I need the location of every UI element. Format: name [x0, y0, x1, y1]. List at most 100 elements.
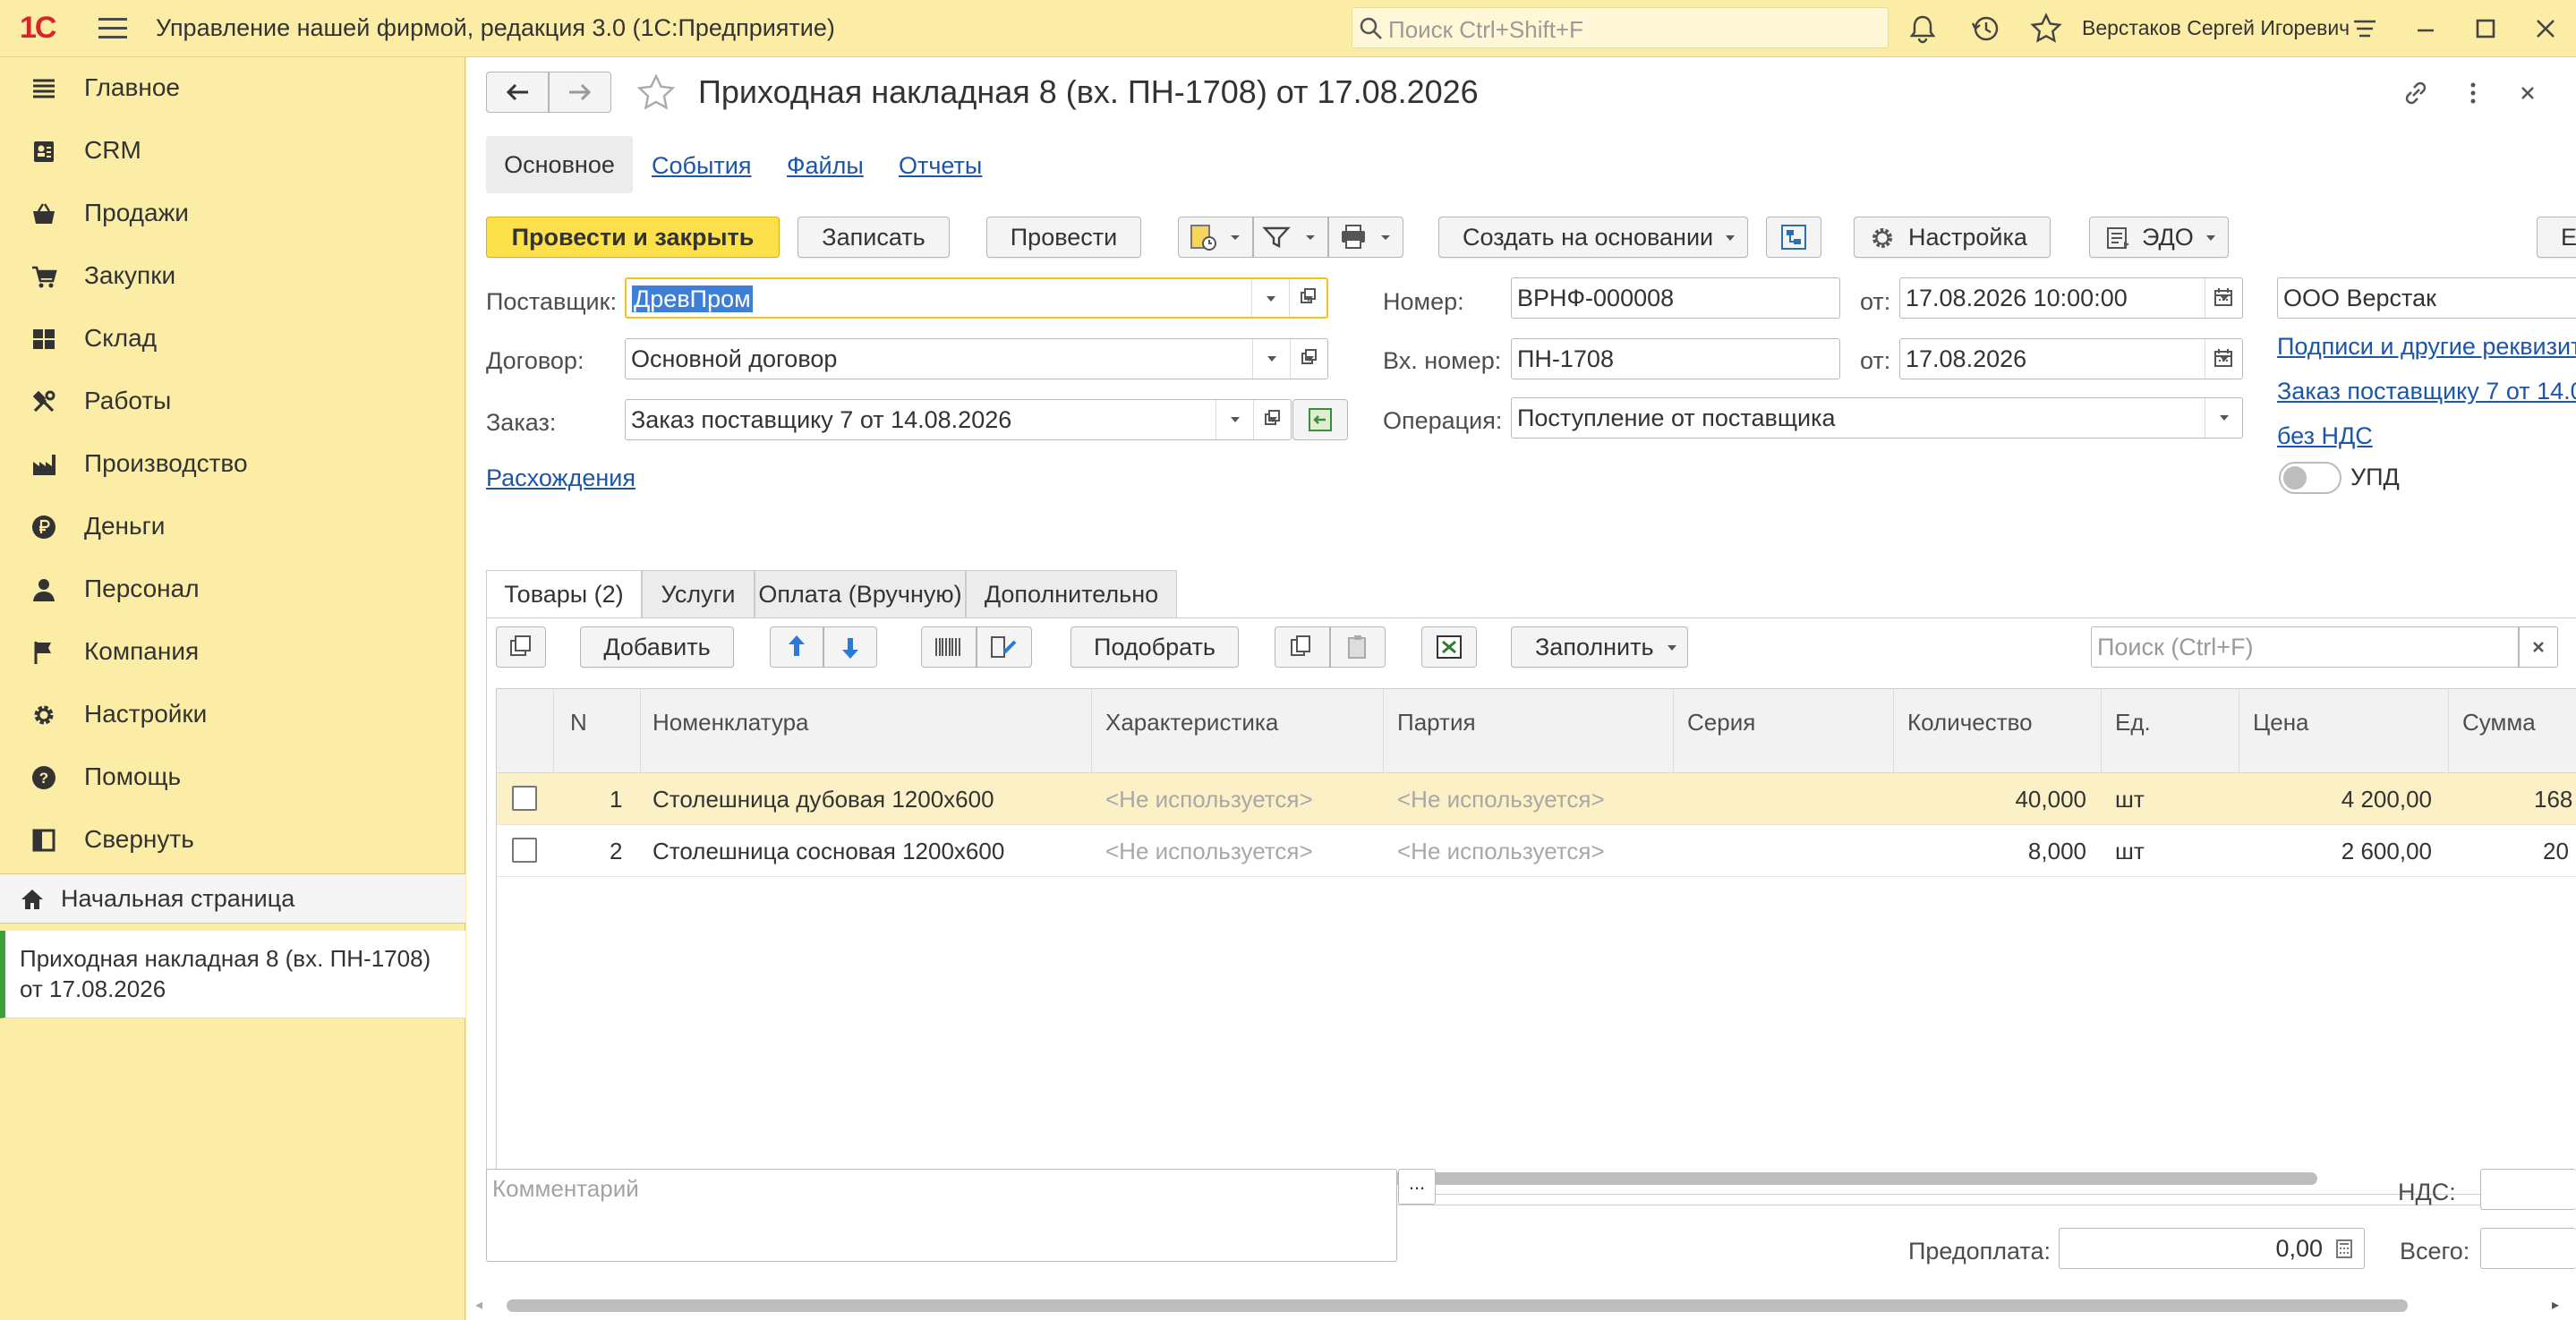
- comment-expand-button[interactable]: ...: [1398, 1169, 1436, 1205]
- fill-button[interactable]: Заполнить: [1511, 626, 1688, 668]
- scroll-right-icon[interactable]: ▸: [2552, 1296, 2559, 1314]
- paste-button[interactable]: [1330, 626, 1386, 668]
- number-field[interactable]: ВРНФ-000008: [1511, 277, 1840, 319]
- tab-files[interactable]: Файлы: [787, 152, 864, 180]
- structure-button[interactable]: [1766, 217, 1821, 258]
- bell-icon[interactable]: [1905, 11, 1941, 47]
- date-field[interactable]: 17.08.2026 10:00:00: [1899, 277, 2243, 319]
- clear-search-button[interactable]: [2519, 626, 2558, 668]
- order-field[interactable]: Заказ поставщику 7 от 14.08.2026: [625, 399, 1292, 440]
- supplier-open-icon[interactable]: [1289, 279, 1326, 317]
- discrepancies-link[interactable]: Расхождения: [486, 464, 635, 492]
- sidebar-item-works[interactable]: Работы: [0, 370, 465, 433]
- add-row-button[interactable]: Добавить: [580, 626, 734, 668]
- sidebar-item-help[interactable]: ? Помощь: [0, 746, 465, 809]
- move-down-button[interactable]: [823, 626, 877, 668]
- col-quantity[interactable]: Количество: [1907, 709, 2033, 737]
- tab-reports[interactable]: Отчеты: [899, 152, 982, 180]
- scanner-button[interactable]: [977, 626, 1032, 668]
- barcode-button[interactable]: [921, 626, 977, 668]
- fill-from-order-button[interactable]: [1292, 399, 1348, 440]
- global-search-input[interactable]: Поиск Ctrl+Shift+F: [1352, 7, 1889, 48]
- supplier-dropdown-icon[interactable]: [1251, 279, 1289, 317]
- scroll-left-icon[interactable]: ◂: [475, 1296, 482, 1314]
- col-characteristic[interactable]: Характеристика: [1105, 709, 1278, 737]
- sidebar-item-main[interactable]: Главное: [0, 57, 465, 120]
- col-series[interactable]: Серия: [1687, 709, 1755, 737]
- row-checkbox[interactable]: [512, 838, 537, 863]
- star-icon[interactable]: [2028, 11, 2064, 47]
- history-icon[interactable]: [1967, 11, 2003, 47]
- excel-import-button[interactable]: [1421, 626, 1477, 668]
- col-sum[interactable]: Сумма: [2462, 709, 2536, 737]
- maximize-icon[interactable]: [2468, 11, 2503, 47]
- table-row[interactable]: 1 Столешница дубовая 1200х600 <Не исполь…: [497, 773, 2576, 825]
- tab-additional[interactable]: Дополнительно: [966, 570, 1177, 618]
- move-up-button[interactable]: [770, 626, 823, 668]
- sidebar-item-settings[interactable]: Настройки: [0, 684, 465, 746]
- calculator-icon[interactable]: [2328, 1229, 2360, 1268]
- link-icon[interactable]: [2400, 77, 2432, 109]
- operation-dropdown-icon[interactable]: [2205, 398, 2242, 438]
- sidebar-item-production[interactable]: Производство: [0, 433, 465, 496]
- order-open-icon[interactable]: [1253, 400, 1291, 439]
- pick-button[interactable]: Подобрать: [1070, 626, 1239, 668]
- create-based-on-button[interactable]: Создать на основании: [1438, 217, 1748, 258]
- document-status-button[interactable]: [1178, 217, 1253, 258]
- calendar-icon[interactable]: [2205, 339, 2242, 379]
- more-actions-button[interactable]: Е: [2537, 217, 2576, 258]
- incoming-date-field[interactable]: 17.08.2026: [1899, 338, 2243, 379]
- favorite-star-icon[interactable]: [635, 72, 678, 115]
- sidebar-item-purchases[interactable]: Закупки: [0, 245, 465, 308]
- calendar-icon[interactable]: [2205, 278, 2242, 318]
- col-batch[interactable]: Партия: [1397, 709, 1476, 737]
- col-nomenclature[interactable]: Номенклатура: [653, 709, 808, 737]
- forward-button[interactable]: [549, 72, 611, 113]
- close-window-icon[interactable]: [2528, 11, 2563, 47]
- operation-field[interactable]: Поступление от поставщика: [1511, 397, 2243, 439]
- contract-open-icon[interactable]: [1290, 339, 1327, 379]
- back-button[interactable]: [486, 72, 549, 113]
- incoming-number-field[interactable]: ПН-1708: [1511, 338, 1840, 379]
- base-order-link[interactable]: Заказ поставщику 7 от 14.08.2026: [2277, 378, 2576, 405]
- tab-payment[interactable]: Оплата (Вручную): [755, 570, 966, 618]
- main-menu-icon[interactable]: [98, 18, 127, 39]
- prepayment-field[interactable]: 0,00: [2059, 1228, 2365, 1269]
- menu-lines-icon[interactable]: [2347, 11, 2383, 47]
- col-unit[interactable]: Ед.: [2115, 709, 2151, 737]
- edo-button[interactable]: ЭДО: [2089, 217, 2229, 258]
- post-button[interactable]: Провести: [986, 217, 1141, 258]
- comment-field[interactable]: Комментарий: [486, 1169, 1397, 1262]
- post-and-close-button[interactable]: Провести и закрыть: [486, 217, 780, 258]
- form-settings-button[interactable]: Настройка: [1854, 217, 2051, 258]
- open-window-item[interactable]: Приходная накладная 8 (вх. ПН-1708) от 1…: [0, 931, 465, 1018]
- upd-toggle[interactable]: [2279, 462, 2341, 494]
- sidebar-item-crm[interactable]: CRM: [0, 120, 465, 183]
- more-vertical-icon[interactable]: [2457, 77, 2489, 109]
- table-row[interactable]: 2 Столешница сосновая 1200х600 <Не испол…: [497, 825, 2576, 877]
- sidebar-item-warehouse[interactable]: Склад: [0, 308, 465, 370]
- order-dropdown-icon[interactable]: [1215, 400, 1253, 439]
- copy-rows-button[interactable]: [496, 626, 546, 668]
- sidebar-item-sales[interactable]: Продажи: [0, 183, 465, 245]
- company-field[interactable]: ООО Верстак: [2277, 277, 2576, 319]
- minimize-icon[interactable]: [2408, 11, 2444, 47]
- table-search-input[interactable]: Поиск (Ctrl+F): [2091, 626, 2519, 668]
- copy-button[interactable]: [1275, 626, 1330, 668]
- tab-services[interactable]: Услуги: [642, 570, 755, 618]
- save-button[interactable]: Записать: [798, 217, 950, 258]
- start-page-item[interactable]: Начальная страница: [0, 873, 465, 924]
- contract-dropdown-icon[interactable]: [1252, 339, 1290, 379]
- row-checkbox[interactable]: [512, 786, 537, 811]
- contract-field[interactable]: Основной договор: [625, 338, 1328, 379]
- supplier-field[interactable]: ДревПром: [625, 277, 1328, 319]
- tab-main[interactable]: Основное: [486, 136, 633, 193]
- col-price[interactable]: Цена: [2253, 709, 2309, 737]
- tab-goods[interactable]: Товары (2): [486, 570, 642, 618]
- vat-mode-link[interactable]: без НДС: [2277, 422, 2373, 450]
- sidebar-item-collapse[interactable]: Свернуть: [0, 809, 465, 872]
- filter-button[interactable]: [1253, 217, 1328, 258]
- form-horizontal-scrollbar[interactable]: [507, 1299, 2408, 1312]
- user-name[interactable]: Верстаков Сергей Игоревич: [2082, 16, 2350, 40]
- tab-events[interactable]: События: [652, 152, 751, 180]
